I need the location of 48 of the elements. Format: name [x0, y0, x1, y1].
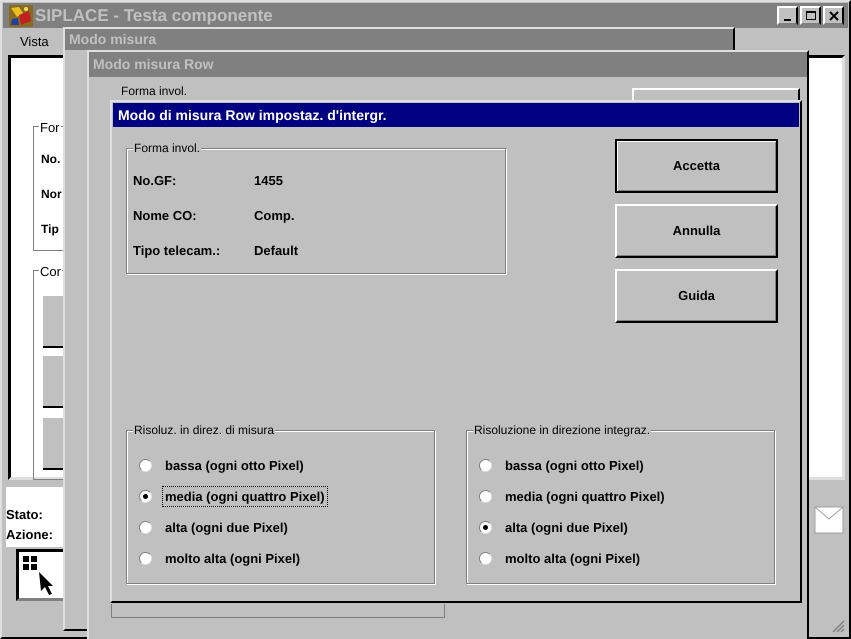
radio-label[interactable]: bassa (ogni otto Pixel) — [502, 454, 647, 476]
radio-button[interactable] — [479, 459, 492, 472]
radio-button[interactable] — [479, 521, 492, 534]
group-title: Forma invol. — [133, 141, 202, 155]
field-label: Tipo telecam.: — [133, 243, 222, 259]
radio-label[interactable]: molto alta (ogni Pixel) — [502, 548, 644, 570]
field-label: Nor — [41, 186, 62, 203]
field-label: No. — [41, 151, 60, 168]
field-label: Tip — [41, 221, 59, 238]
radio-button[interactable] — [479, 490, 492, 503]
close-button[interactable] — [823, 6, 844, 25]
app-logo-icon — [9, 4, 33, 26]
dialog-button[interactable]: Annulla — [615, 204, 778, 258]
radio-button[interactable] — [479, 552, 492, 565]
status-label: Azione: — [6, 526, 54, 544]
window-title: SIPLACE - Testa componente — [35, 4, 273, 27]
select-tool-icon[interactable] — [16, 549, 66, 601]
radio-label[interactable]: bassa (ogni otto Pixel) — [162, 454, 307, 476]
minimize-icon — [784, 18, 791, 20]
dialog-button[interactable]: Accetta — [615, 139, 778, 193]
resize-grip-icon[interactable] — [831, 619, 845, 633]
field-label: No.GF: — [133, 173, 178, 189]
field-label: Nome CO: — [133, 208, 198, 224]
menu-item[interactable]: Vista — [18, 32, 51, 52]
radio-label[interactable]: alta (ogni due Pixel) — [502, 516, 631, 538]
radio-label[interactable]: molto alta (ogni Pixel) — [162, 548, 304, 570]
maximize-button[interactable] — [800, 6, 821, 25]
field-value: Comp. — [254, 208, 294, 224]
window-title: Modo di misura Row impostaz. d'intergr. — [113, 103, 799, 127]
radio-label[interactable]: media (ogni quattro Pixel) — [162, 486, 328, 508]
minimize-button[interactable] — [777, 6, 798, 25]
window-title: Modo misura Row — [89, 52, 807, 77]
window-title: Modo misura — [65, 29, 733, 50]
radio-button[interactable] — [139, 459, 152, 472]
radio-button[interactable] — [139, 490, 152, 503]
dialog-button[interactable]: Guida — [615, 269, 778, 323]
radio-button[interactable] — [139, 552, 152, 565]
group-title: Risoluz. in direz. di misura — [133, 423, 276, 437]
radio-label[interactable]: media (ogni quattro Pixel) — [502, 486, 668, 508]
maximize-icon — [804, 10, 816, 22]
group-title: Risoluzione in direzione integraz. — [473, 423, 652, 437]
field-value: 1455 — [254, 173, 283, 189]
field-value: Default — [254, 243, 298, 259]
close-icon — [828, 10, 840, 22]
radio-label[interactable]: alta (ogni due Pixel) — [162, 516, 291, 538]
group-title: Forma invol. — [121, 85, 188, 98]
radio-button[interactable] — [139, 521, 152, 534]
status-label: Stato: — [6, 506, 44, 524]
